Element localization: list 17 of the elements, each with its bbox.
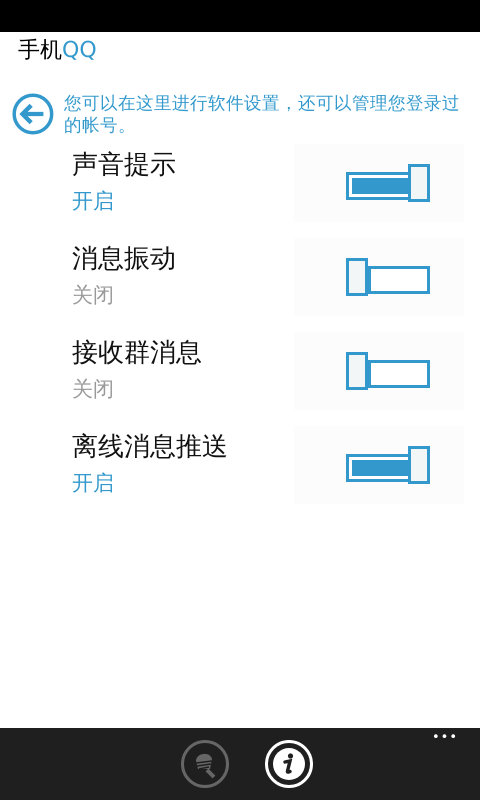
setting-label: 消息振动 xyxy=(72,243,176,276)
setting-status: 关闭 xyxy=(72,282,115,309)
toggle-switch[interactable] xyxy=(346,258,430,296)
info-icon xyxy=(272,747,306,781)
setting-status: 开启 xyxy=(72,188,115,215)
setting-label: 声音提示 xyxy=(72,149,176,182)
more-button[interactable]: ••• xyxy=(432,730,458,745)
toggle-switch[interactable] xyxy=(346,352,430,390)
intro-text: 您可以在这里进行软件设置，还可以管理您登录过的帐号。 xyxy=(64,93,461,137)
info-button[interactable] xyxy=(265,740,313,788)
toggle-switch[interactable] xyxy=(346,164,430,202)
setting-label: 离线消息推送 xyxy=(72,431,228,464)
app-title: 手机QQ xyxy=(17,37,98,65)
setting-label: 接收群消息 xyxy=(72,337,202,370)
setting-status: 开启 xyxy=(72,470,115,497)
setting-status: 关闭 xyxy=(72,376,115,403)
toggle-switch[interactable] xyxy=(346,446,430,484)
